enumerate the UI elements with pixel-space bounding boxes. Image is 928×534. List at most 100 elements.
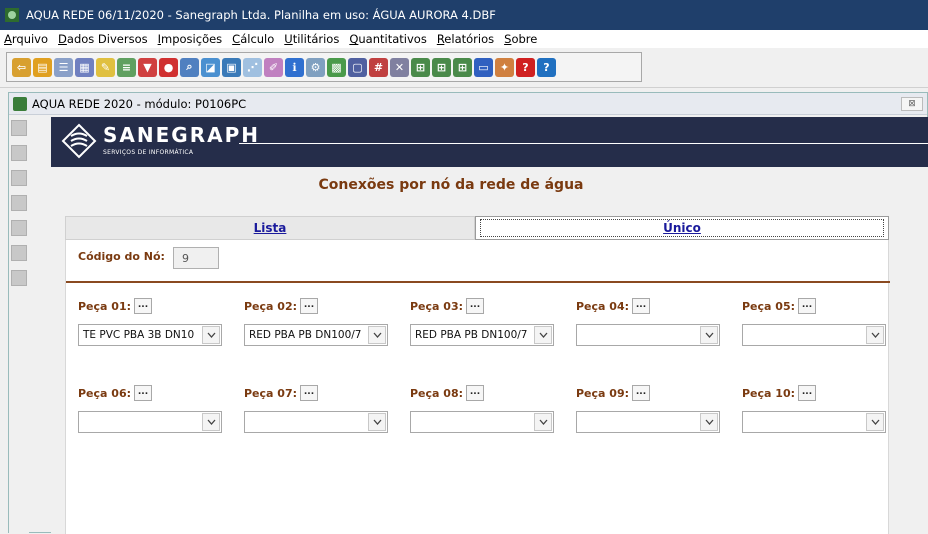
- side-toolbar: [9, 116, 29, 534]
- menu-dados-diversos[interactable]: Dados Diversos: [58, 32, 148, 46]
- peca-03-select[interactable]: RED PBA PB DN100/7: [410, 324, 554, 346]
- menu-quantitativos[interactable]: Quantitativos: [349, 32, 426, 46]
- menu-utilitarios[interactable]: Utilitários: [284, 32, 339, 46]
- chevron-down-icon[interactable]: [866, 326, 884, 344]
- separator: [66, 281, 890, 283]
- search-icon[interactable]: ⌕: [180, 57, 199, 77]
- tab-unico[interactable]: Único: [475, 216, 889, 240]
- chevron-down-icon[interactable]: [368, 326, 386, 344]
- calc-icon[interactable]: ▩: [327, 57, 346, 77]
- download-icon[interactable]: ▼: [138, 57, 157, 77]
- edit-record-icon[interactable]: [11, 270, 27, 286]
- logo-text: SANEGRAPH: [103, 123, 260, 147]
- tab-lista[interactable]: Lista: [65, 216, 475, 240]
- menu-imposicoes[interactable]: Imposições: [158, 32, 223, 46]
- peca-05-select[interactable]: [742, 324, 886, 346]
- codigo-label: Código do Nó:: [78, 250, 165, 263]
- menu-arquivo[interactable]: Arquivo: [4, 32, 48, 46]
- form-content: Conexões por nó da rede de água Lista Ún…: [51, 167, 928, 534]
- peca-01: Peça 01:... TE PVC PBA 3B DN10: [78, 297, 228, 346]
- document-icon[interactable]: ▦: [75, 57, 94, 77]
- peca-04-select[interactable]: [576, 324, 720, 346]
- save-icon[interactable]: ▭: [474, 57, 493, 77]
- peca-09-browse-button[interactable]: ...: [632, 385, 651, 401]
- peca-07-browse-button[interactable]: ...: [300, 385, 319, 401]
- peca-07-select[interactable]: [244, 411, 388, 433]
- chevron-down-icon[interactable]: [534, 326, 552, 344]
- table-icon[interactable]: ▣: [222, 57, 241, 77]
- help-icon[interactable]: ?: [516, 57, 535, 77]
- menu-sobre[interactable]: Sobre: [504, 32, 537, 46]
- peca-08-select[interactable]: [410, 411, 554, 433]
- peca-10-select[interactable]: [742, 411, 886, 433]
- chevron-down-icon[interactable]: [866, 413, 884, 431]
- chart-icon[interactable]: ◪: [201, 57, 220, 77]
- peca-08-browse-button[interactable]: ...: [466, 385, 485, 401]
- peca-05-label: Peça 05:: [742, 299, 796, 313]
- peca-06: Peça 06:...: [78, 384, 228, 433]
- toolbar: ⇦ ▤ ☰ ▦ ✎ ≡ ▼ ● ⌕ ◪ ▣ ⋰ ✐ ℹ ⚙ ▩ ▢ # ✕ ⊞ …: [0, 48, 928, 88]
- about-icon[interactable]: ?: [537, 57, 556, 77]
- peca-08-label: Peça 08:: [410, 386, 464, 400]
- stop-icon[interactable]: ●: [159, 57, 178, 77]
- chevron-down-icon[interactable]: [700, 326, 718, 344]
- codigo-input[interactable]: 9: [173, 247, 219, 269]
- chevron-down-icon[interactable]: [202, 326, 220, 344]
- chevron-down-icon[interactable]: [202, 413, 220, 431]
- peca-10-label: Peça 10:: [742, 386, 796, 400]
- peca-04-browse-button[interactable]: ...: [632, 298, 651, 314]
- network-icon[interactable]: ⊞: [411, 57, 430, 77]
- peca-09: Peça 09:...: [576, 384, 726, 433]
- network-3-icon[interactable]: ⊞: [453, 57, 472, 77]
- peca-01-browse-button[interactable]: ...: [134, 298, 153, 314]
- peca-label: Peça 05:...: [742, 297, 892, 315]
- exit-icon[interactable]: ⇦: [12, 57, 31, 77]
- save-record-icon[interactable]: [11, 145, 27, 161]
- list-icon[interactable]: ☰: [54, 57, 73, 77]
- close-icon[interactable]: ⊠: [901, 97, 923, 111]
- menu-relatorios[interactable]: Relatórios: [437, 32, 494, 46]
- peca-06-browse-button[interactable]: ...: [134, 385, 153, 401]
- peca-02-browse-button[interactable]: ...: [300, 298, 319, 314]
- peca-09-label: Peça 09:: [576, 386, 630, 400]
- peca-06-select[interactable]: [78, 411, 222, 433]
- peca-03-browse-button[interactable]: ...: [466, 298, 485, 314]
- app-titlebar: AQUA REDE 06/11/2020 - Sanegraph Ltda. P…: [0, 0, 928, 30]
- peca-03: Peça 03:... RED PBA PB DN100/7: [410, 297, 560, 346]
- chevron-down-icon[interactable]: [700, 413, 718, 431]
- peca-label: Peça 07:...: [244, 384, 394, 402]
- peca-label: Peça 06:...: [78, 384, 228, 402]
- peca-07-label: Peça 07:: [244, 386, 298, 400]
- peca-03-label: Peça 03:: [410, 299, 464, 313]
- peca-05-browse-button[interactable]: ...: [798, 298, 817, 314]
- peca-02-select[interactable]: RED PBA PB DN100/7: [244, 324, 388, 346]
- peca-10-browse-button[interactable]: ...: [798, 385, 817, 401]
- form-panel: Código do Nó: 9 Peça 01:... TE PVC PBA 3…: [65, 240, 892, 534]
- open-folder-icon[interactable]: ▤: [33, 57, 52, 77]
- peca-09-select[interactable]: [576, 411, 720, 433]
- cancel-icon[interactable]: [11, 220, 27, 236]
- new-record-icon[interactable]: [11, 120, 27, 136]
- focus-outline: [480, 219, 884, 237]
- chevron-down-icon[interactable]: [534, 413, 552, 431]
- child-window: AQUA REDE 2020 - módulo: P0106PC ⊠ SANEG…: [8, 92, 928, 534]
- network-2-icon[interactable]: ⊞: [432, 57, 451, 77]
- edit-icon[interactable]: ✎: [96, 57, 115, 77]
- peca-01-select[interactable]: TE PVC PBA 3B DN10: [78, 324, 222, 346]
- undo-icon[interactable]: [11, 245, 27, 261]
- grid-icon[interactable]: #: [369, 57, 388, 77]
- delete-record-icon[interactable]: [11, 170, 27, 186]
- grid-view-icon[interactable]: [11, 195, 27, 211]
- window-icon[interactable]: ▢: [348, 57, 367, 77]
- graph-icon[interactable]: ⋰: [243, 57, 262, 77]
- peca-label: Peça 02:...: [244, 297, 394, 315]
- info-icon[interactable]: ℹ: [285, 57, 304, 77]
- settings-icon[interactable]: ⚙: [306, 57, 325, 77]
- stack-icon[interactable]: ≡: [117, 57, 136, 77]
- toolbar-buttons: ⇦ ▤ ☰ ▦ ✎ ≡ ▼ ● ⌕ ◪ ▣ ⋰ ✐ ℹ ⚙ ▩ ▢ # ✕ ⊞ …: [6, 52, 642, 82]
- puzzle-icon[interactable]: ✦: [495, 57, 514, 77]
- tools-icon[interactable]: ✕: [390, 57, 409, 77]
- menu-calculo[interactable]: Cálculo: [232, 32, 274, 46]
- pen-icon[interactable]: ✐: [264, 57, 283, 77]
- chevron-down-icon[interactable]: [368, 413, 386, 431]
